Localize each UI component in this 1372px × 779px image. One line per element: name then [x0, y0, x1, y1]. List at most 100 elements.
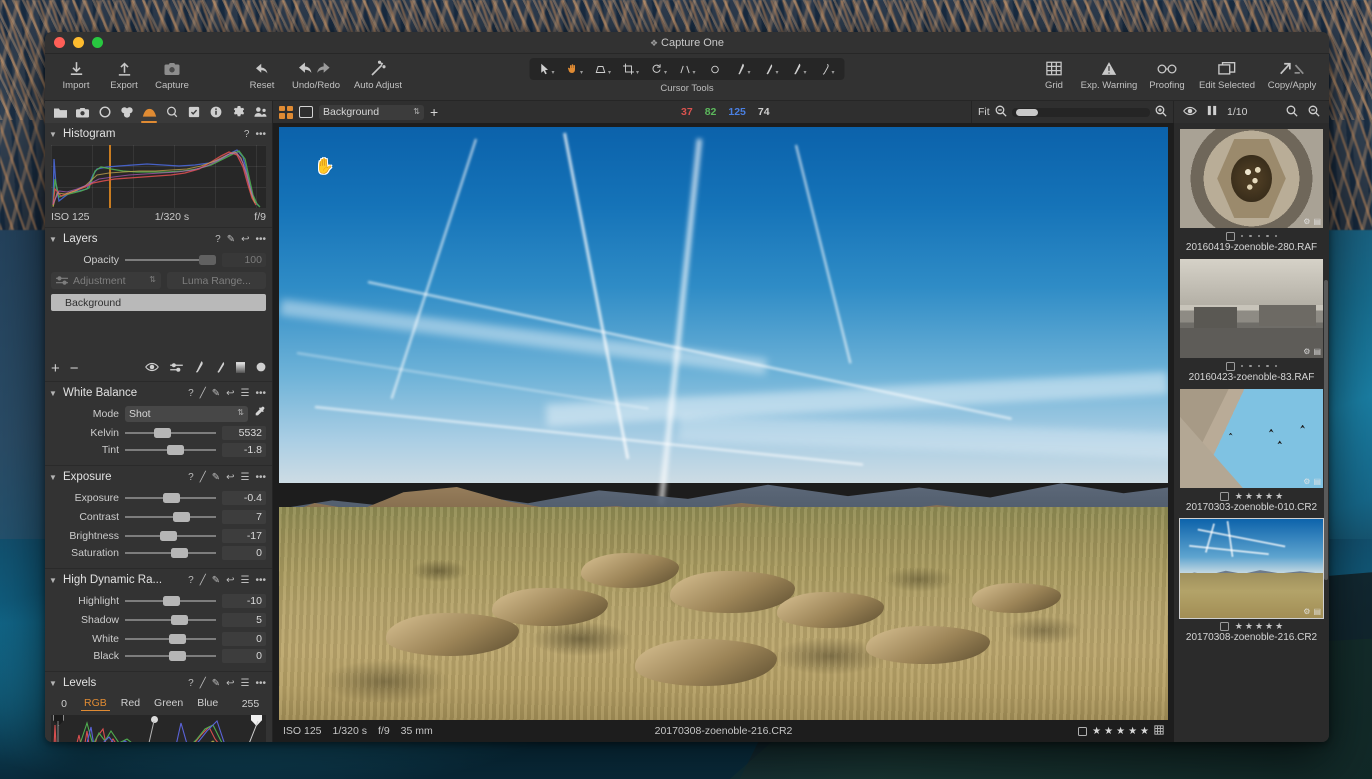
white-balance-header-icons[interactable]: ? ╱ ✎ ↩ ☰ ••• [188, 388, 266, 399]
star-2[interactable]: ★ [1104, 726, 1113, 737]
opacity-slider[interactable] [125, 254, 216, 265]
star-rating[interactable]: ★ ★ ★ ★ ★ [1092, 726, 1149, 737]
heal-brush-tool[interactable]: ▾ [814, 60, 841, 79]
keystone-tool[interactable]: ▾ [674, 60, 701, 79]
zoom-slider-thumb[interactable] [1015, 108, 1038, 116]
reset-arrow-icon[interactable]: ↩ [226, 388, 234, 399]
chevron-down-icon[interactable]: ▼ [49, 130, 59, 139]
black-value[interactable]: 0 [222, 648, 266, 663]
list-item[interactable]: ⚙ ▤ ★ ★ ★ ★ ★ 20170308-zoenoble-216.CR2 [1174, 517, 1329, 647]
sidebar-item-exposure[interactable] [138, 101, 160, 123]
histogram-header[interactable]: ▼ Histogram ? ••• [45, 123, 272, 145]
more-dots-icon[interactable]: ••• [255, 472, 266, 483]
list-item[interactable]: Background [51, 294, 266, 311]
draw-mask-icon[interactable] [194, 361, 204, 376]
crop-tool[interactable]: ▾ [618, 60, 645, 79]
contrast-slider[interactable] [125, 511, 216, 522]
star-rating[interactable]: ★ ★ ★ ★ ★ [1235, 491, 1283, 502]
reset-button[interactable]: Reset [239, 54, 285, 91]
slider-reset-icon[interactable]: ╱ [200, 472, 206, 483]
grid-button[interactable]: Grid [1031, 54, 1077, 91]
zoom-slider[interactable] [1011, 107, 1150, 117]
kelvin-value[interactable]: 5532 [222, 425, 266, 440]
slider-reset-icon[interactable]: ╱ [200, 678, 206, 689]
highlight-value[interactable]: -10 [222, 593, 266, 608]
color-tag-checkbox[interactable] [1219, 621, 1229, 631]
histogram-header-icons[interactable]: ? ••• [244, 129, 266, 140]
thumbnail-meta[interactable]: ★ ★ ★ ★ ★ [1180, 488, 1323, 501]
export-button[interactable]: Export [101, 54, 147, 91]
reset-arrow-icon[interactable]: ↩ [241, 234, 249, 245]
chevron-down-icon[interactable]: ▼ [49, 679, 59, 688]
import-button[interactable]: Import [53, 54, 99, 91]
gradient-mask-tool[interactable]: ▾ [786, 60, 813, 79]
exposure-warning-button[interactable]: Exp. Warning [1077, 54, 1141, 91]
erase-mask-tool[interactable]: ▾ [758, 60, 785, 79]
more-dots-icon[interactable]: ••• [255, 575, 266, 586]
list-item[interactable]: ⚙ ▤ 20160419-zoenoble-280.RAF [1174, 127, 1329, 257]
menu-icon[interactable]: ☰ [241, 472, 250, 483]
more-dots-icon[interactable]: ••• [255, 388, 266, 399]
thumbnail-image[interactable]: ⚙ ▤ [1180, 129, 1323, 228]
star-5[interactable]: ★ [1140, 726, 1149, 737]
exposure-header-icons[interactable]: ? ╱ ✎ ↩ ☰ ••• [188, 472, 266, 483]
main-photo[interactable]: ✋ [279, 127, 1168, 720]
star-3[interactable]: ★ [1116, 726, 1125, 737]
eyedropper-icon[interactable] [254, 406, 266, 421]
spot-removal-tool[interactable] [702, 60, 729, 79]
reset-arrow-icon[interactable]: ↩ [226, 678, 234, 689]
thumbnail-image[interactable]: ⚙ ▤ [1180, 389, 1323, 488]
white-slider[interactable] [125, 633, 216, 644]
magnifier-minus-icon[interactable] [995, 105, 1007, 120]
compare-split-icon[interactable] [1207, 105, 1217, 119]
menu-icon[interactable]: ☰ [241, 575, 250, 586]
pan-hand-tool[interactable]: ▾ [562, 60, 589, 79]
sidebar-item-capture[interactable] [71, 101, 93, 123]
crop-shape-tool[interactable]: ▾ [590, 60, 617, 79]
pick-icon[interactable]: ✎ [212, 472, 220, 483]
single-view-icon[interactable] [299, 106, 313, 118]
close-window-button[interactable] [54, 37, 65, 48]
levels-max-value[interactable]: 255 [225, 698, 260, 710]
more-dots-icon[interactable]: ••• [255, 129, 266, 140]
shadow-value[interactable]: 5 [222, 612, 266, 627]
sidebar-item-library[interactable] [49, 101, 71, 123]
sidebar-item-adjustments[interactable] [183, 101, 205, 123]
linear-gradient-icon[interactable] [236, 361, 245, 376]
levels-header-icons[interactable]: ? ╱ ✎ ↩ ☰ ••• [188, 678, 266, 689]
sidebar-item-output[interactable] [227, 101, 249, 123]
black-slider[interactable] [125, 650, 216, 661]
grid-small-icon[interactable] [1154, 724, 1164, 738]
color-tag-checkbox[interactable] [1225, 361, 1235, 371]
sidebar-item-metadata[interactable] [205, 101, 227, 123]
chevron-down-icon[interactable]: ▼ [49, 389, 59, 398]
hdr-header[interactable]: ▼ High Dynamic Ra... ? ╱ ✎ ↩ ☰ ••• [45, 569, 272, 591]
add-variant-button[interactable]: + [430, 105, 438, 119]
tint-slider[interactable] [125, 444, 216, 455]
star-rating[interactable]: ★ ★ ★ ★ ★ [1235, 621, 1283, 632]
fit-label[interactable]: Fit [978, 106, 990, 118]
variant-selector[interactable]: Background ⇅ [319, 104, 424, 120]
thumbnail-meta[interactable] [1180, 358, 1323, 371]
chevron-down-icon[interactable]: ▼ [49, 576, 59, 585]
draw-mask-brush-tool[interactable]: ▾ [730, 60, 757, 79]
white-balance-header[interactable]: ▼ White Balance ? ╱ ✎ ↩ ☰ ••• [45, 382, 272, 404]
sidebar-item-color[interactable] [116, 101, 138, 123]
color-tag-checkbox[interactable] [1078, 726, 1088, 736]
sidebar-item-batch[interactable] [250, 101, 272, 123]
more-dots-icon[interactable]: ••• [255, 678, 266, 689]
thumbnail-meta[interactable] [1180, 228, 1323, 241]
eye-icon[interactable] [145, 362, 159, 375]
exposure-header[interactable]: ▼ Exposure ? ╱ ✎ ↩ ☰ ••• [45, 466, 272, 488]
grid-view-icon[interactable] [279, 105, 293, 119]
shadow-slider[interactable] [125, 614, 216, 625]
magnifier-search-icon[interactable] [1308, 105, 1320, 120]
proofing-button[interactable]: Proofing [1141, 54, 1193, 91]
list-item[interactable]: ⚙ ▤ ★ ★ ★ ★ ★ 20170303-zoenoble-010.CR2 [1174, 387, 1329, 517]
exposure-value[interactable]: -0.4 [222, 490, 266, 505]
minimize-window-button[interactable] [73, 37, 84, 48]
help-question-icon[interactable]: ? [215, 234, 221, 245]
capture-button[interactable]: Capture [149, 54, 195, 91]
fill-mask-icon[interactable] [170, 362, 183, 375]
copy-apply-button[interactable]: Copy/Apply [1261, 54, 1323, 91]
